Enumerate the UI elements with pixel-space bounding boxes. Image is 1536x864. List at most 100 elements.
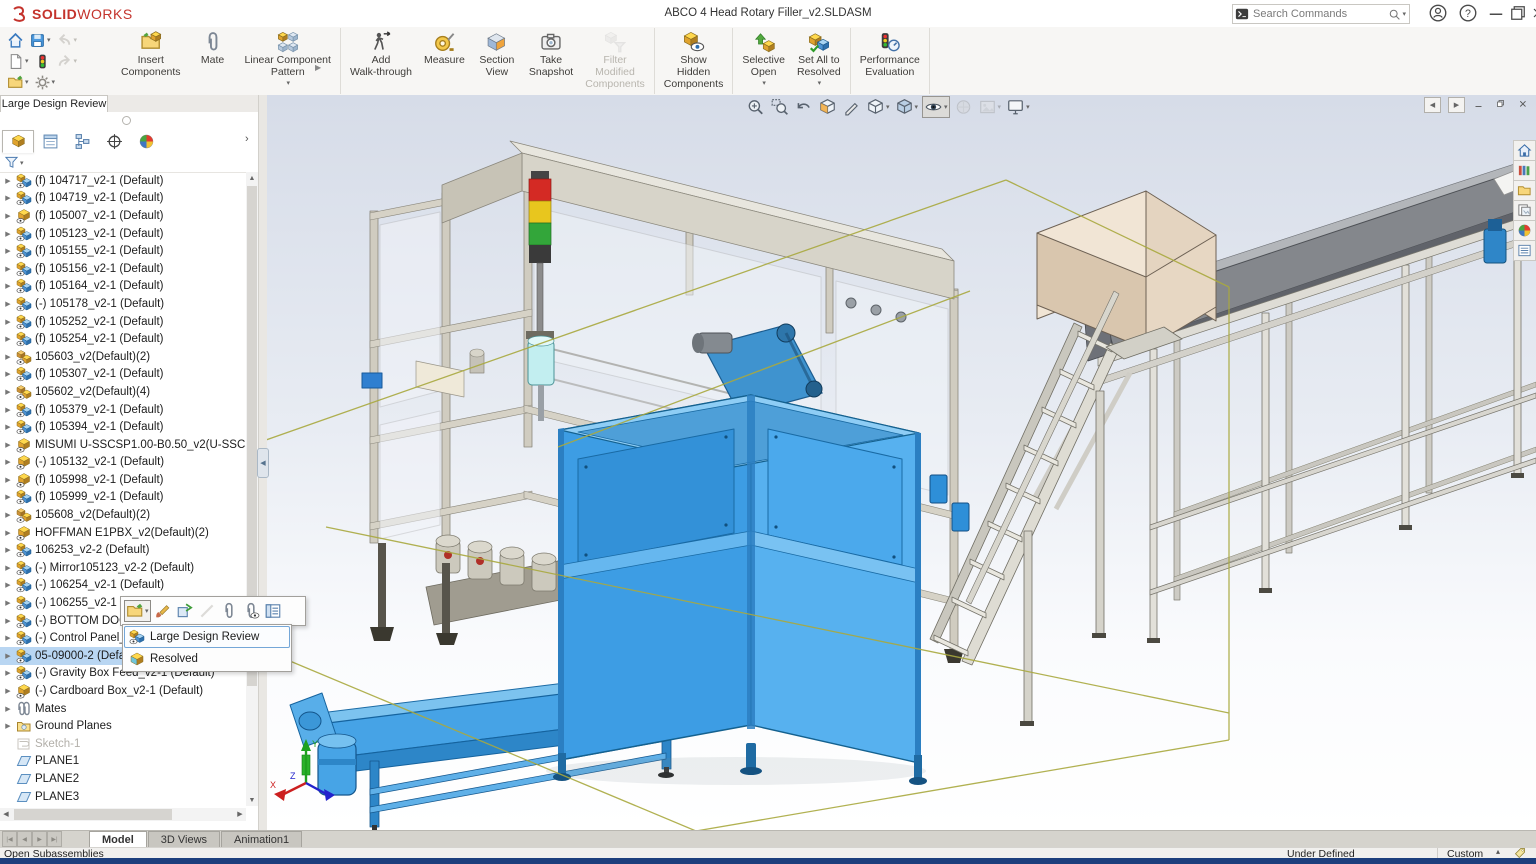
expand-arrow-icon[interactable]: ▶: [0, 406, 14, 414]
expand-arrow-icon[interactable]: ▶: [0, 617, 14, 625]
measure-button[interactable]: Measure: [418, 28, 471, 66]
panel-tab-dimxpertmanager[interactable]: [98, 130, 130, 153]
linear-component-pattern-dropdown-caret[interactable]: ▾: [286, 78, 290, 90]
blue-cabinet[interactable]: [546, 394, 927, 785]
home-button[interactable]: [6, 31, 25, 50]
tree-item[interactable]: ▶ (f) 105379_v2-1 (Default): [0, 401, 246, 419]
menu-flyout-arrow-icon[interactable]: ▶: [315, 63, 321, 72]
mate-button[interactable]: Mate: [187, 28, 239, 66]
hide-show-items-button[interactable]: ▾: [922, 96, 950, 118]
options-gear-dropdown-caret[interactable]: ▾: [52, 78, 56, 86]
tree-item[interactable]: ▶ (f) 105999_v2-1 (Default): [0, 489, 246, 507]
panel-tab-displaymanager[interactable]: [130, 130, 162, 153]
tree-item[interactable]: ▶ 106253_v2-2 (Default): [0, 541, 246, 559]
next-window-button[interactable]: ▶: [1448, 97, 1465, 113]
expand-arrow-icon[interactable]: ▶: [0, 247, 14, 255]
menu-item-resolved[interactable]: Resolved: [124, 648, 290, 670]
expand-arrow-icon[interactable]: ▶: [0, 687, 14, 695]
tree-item[interactable]: ▶ (f) 105307_v2-1 (Default): [0, 366, 246, 384]
insert-components-button[interactable]: Insert Components: [115, 28, 187, 78]
redo-dropdown-caret[interactable]: ▾: [74, 57, 78, 65]
panel-tab-propertymanager[interactable]: [34, 130, 66, 153]
expand-arrow-icon[interactable]: ▶: [0, 581, 14, 589]
tab-large-design-review[interactable]: Large Design Review: [0, 95, 108, 113]
context-open-button[interactable]: ▾: [124, 600, 151, 622]
tree-item[interactable]: ▶ 105603_v2(Default)(2): [0, 348, 246, 366]
tree-item[interactable]: ▶ (f) 105156_v2-1 (Default): [0, 260, 246, 278]
tree-item[interactable]: ▶ 105608_v2(Default)(2): [0, 506, 246, 524]
doc-tab-3d-views[interactable]: 3D Views: [147, 831, 221, 848]
zoom-to-area-button[interactable]: [769, 97, 790, 117]
tree-item[interactable]: ▶ MISUMI U-SSCSP1.00-B0.50_v2(U-SSCSP(304…: [0, 436, 246, 454]
open-button[interactable]: ▾: [6, 73, 30, 92]
close-icon[interactable]: [1530, 3, 1536, 23]
tree-item[interactable]: ▶ Ground Planes: [0, 717, 246, 735]
save-dropdown-caret[interactable]: ▾: [47, 36, 51, 44]
tree-item[interactable]: ▶ (f) 105252_v2-1 (Default): [0, 313, 246, 331]
new-document-dropdown-caret[interactable]: ▾: [25, 57, 29, 65]
set-all-to-resolved-button[interactable]: Set All to Resolved ▾: [791, 28, 847, 90]
tree-item[interactable]: ▶ (f) 105998_v2-1 (Default): [0, 471, 246, 489]
close-document-button[interactable]: [1516, 98, 1531, 112]
search-icon[interactable]: [1388, 8, 1401, 21]
tree-item[interactable]: ▶ (f) 105164_v2-1 (Default): [0, 278, 246, 296]
tree-item[interactable]: PLANE1: [0, 753, 246, 771]
expand-arrow-icon[interactable]: ▶: [0, 546, 14, 554]
section-view-button[interactable]: [817, 97, 838, 117]
tree-item[interactable]: ▶ (f) 104719_v2-1 (Default): [0, 190, 246, 208]
help-icon[interactable]: ?: [1458, 3, 1478, 23]
panel-tab-featuremanager-design-tree[interactable]: [2, 129, 34, 153]
tree-item[interactable]: ▶ (f) 105123_v2-1 (Default): [0, 225, 246, 243]
selective-open-button[interactable]: Selective Open ▾: [736, 28, 791, 90]
scroll-right-icon[interactable]: ▶: [234, 808, 246, 820]
linear-component-pattern-button[interactable]: Linear Component Pattern ▾: [239, 28, 337, 90]
expand-arrow-icon[interactable]: ▶: [0, 511, 14, 519]
scroll-left-icon[interactable]: ◀: [0, 808, 12, 820]
undo-button[interactable]: ▾: [55, 31, 79, 50]
redo-button[interactable]: ▾: [55, 52, 79, 71]
take-snapshot-button[interactable]: Take Snapshot: [523, 28, 579, 78]
context-view-mates-button[interactable]: [241, 601, 261, 621]
filter-icon[interactable]: [4, 155, 19, 170]
view-orientation-dropdown-caret[interactable]: ▾: [886, 103, 890, 111]
options-gear-button[interactable]: ▾: [33, 73, 57, 92]
expand-arrow-icon[interactable]: ▶: [0, 212, 14, 220]
save-button[interactable]: ▾: [28, 31, 52, 50]
tree-item[interactable]: ▶ (-) Cardboard Box_v2-1 (Default): [0, 682, 246, 700]
tree-item[interactable]: ▶ (-) 105178_v2-1 (Default): [0, 295, 246, 313]
performance-light-button[interactable]: [33, 52, 52, 71]
expand-arrow-icon[interactable]: ▶: [0, 282, 14, 290]
taskpane-custom-properties-tab[interactable]: [1513, 241, 1536, 261]
section-view-button[interactable]: Section View: [471, 28, 523, 78]
expand-arrow-icon[interactable]: ▶: [0, 634, 14, 642]
tree-item[interactable]: ▶ (f) 104717_v2-1 (Default): [0, 172, 246, 190]
search-dropdown-caret[interactable]: ▾: [1402, 10, 1406, 18]
context-mate-button[interactable]: [219, 601, 239, 621]
search-scope-icon[interactable]: [1235, 7, 1249, 21]
account-icon[interactable]: [1428, 3, 1448, 23]
scroll-up-icon[interactable]: ▲: [246, 172, 258, 184]
expand-arrow-icon[interactable]: ▶: [0, 529, 14, 537]
expand-arrow-icon[interactable]: ▶: [0, 353, 14, 361]
tree-item[interactable]: ▶ (-) 106254_v2-1 (Default): [0, 577, 246, 595]
view-orientation-button[interactable]: ▾: [865, 97, 891, 117]
configuration-caret-icon[interactable]: ▴: [1496, 847, 1500, 856]
expand-arrow-icon[interactable]: ▶: [0, 669, 14, 677]
panel-collapse-handle[interactable]: [122, 116, 131, 125]
new-document-button[interactable]: ▾: [6, 52, 30, 71]
minimize-document-button[interactable]: [1472, 98, 1487, 112]
expand-arrow-icon[interactable]: ▶: [0, 599, 14, 607]
view-settings-dropdown-caret[interactable]: ▾: [1026, 103, 1030, 111]
selective-open-dropdown-caret[interactable]: ▾: [762, 78, 766, 90]
taskpane-solidworks-resources-tab[interactable]: [1513, 140, 1536, 161]
performance-evaluation-button[interactable]: Performance Evaluation: [854, 28, 926, 78]
panel-tab-configurationmanager[interactable]: [66, 130, 98, 153]
zoom-to-fit-button[interactable]: [745, 97, 766, 117]
tree-item[interactable]: ▶ Mates: [0, 700, 246, 718]
viewport-3d-scene[interactable]: Y X Z: [266, 95, 1536, 830]
taskpane-appearances-scenes-decals-tab[interactable]: [1513, 221, 1536, 241]
expand-arrow-icon[interactable]: ▶: [0, 476, 14, 484]
taskpane-design-library-tab[interactable]: [1513, 161, 1536, 181]
expand-arrow-icon[interactable]: ▶: [0, 265, 14, 273]
tree-item[interactable]: Sketch-1: [0, 735, 246, 753]
